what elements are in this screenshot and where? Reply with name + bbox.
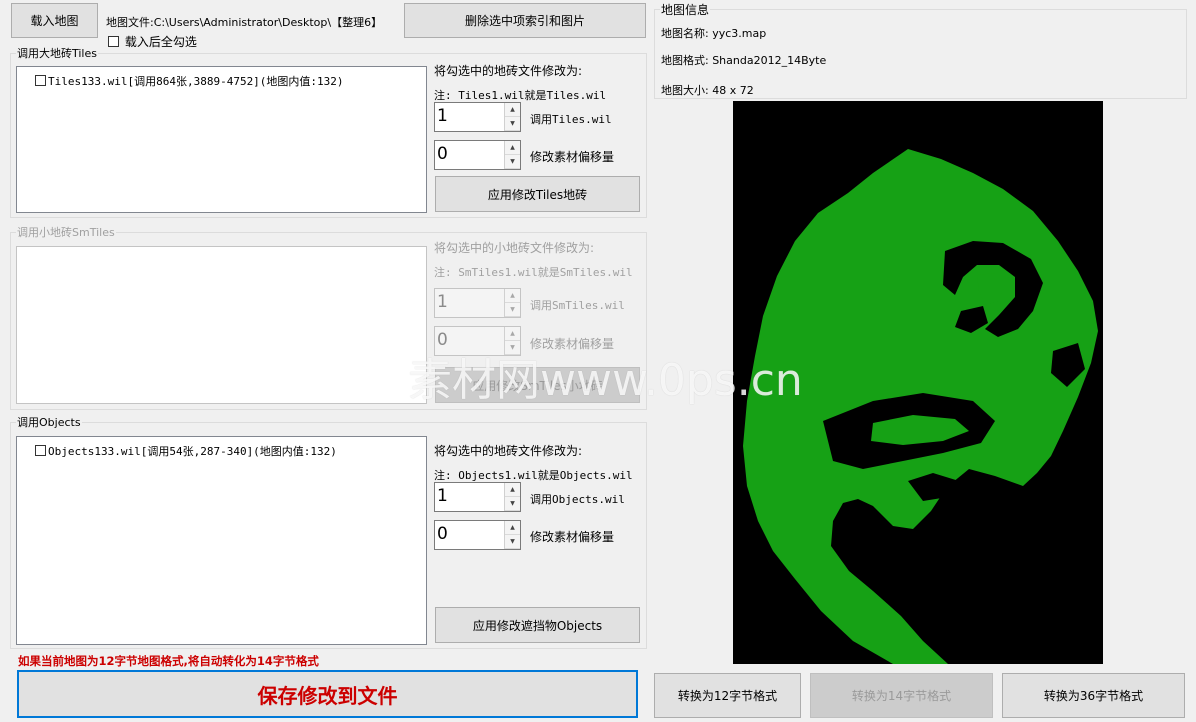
smtiles-file-index-stepper[interactable]: 1 ▲ ▼ (434, 288, 521, 318)
apply-smtiles-button[interactable]: 应用修改SmTiles小地砖 (435, 367, 640, 403)
spin-down-icon[interactable]: ▼ (505, 117, 520, 131)
spin-up-icon[interactable]: ▲ (505, 141, 520, 155)
smtiles-offset-value[interactable]: 0 (437, 330, 448, 350)
list-item[interactable]: Objects133.wil[调用54张,287-340](地图内值:132) (35, 443, 337, 459)
map-preview-image (733, 101, 1103, 664)
smtiles-listbox[interactable] (16, 246, 427, 404)
convert-12byte-button[interactable]: 转换为12字节格式 (654, 673, 801, 718)
list-item[interactable]: Tiles133.wil[调用864张,3889-4752](地图内值:132) (35, 73, 344, 89)
objects-file-index-stepper[interactable]: 1 ▲ ▼ (434, 482, 521, 512)
load-map-button[interactable]: 载入地图 (11, 3, 98, 38)
spin-up-icon[interactable]: ▲ (505, 327, 520, 341)
check-all-label: 载入后全勾选 (124, 35, 197, 49)
objects-file-index-value[interactable]: 1 (437, 486, 448, 506)
tiles-offset-stepper[interactable]: 0 ▲ ▼ (434, 140, 521, 170)
delete-selected-button[interactable]: 删除选中项索引和图片 (404, 3, 646, 38)
tiles-file-label: 调用Tiles.wil (530, 113, 612, 126)
objects-note: 注: Objects1.wil就是Objects.wil (434, 469, 633, 482)
check-all-checkbox[interactable] (108, 36, 119, 47)
spin-down-icon[interactable]: ▼ (505, 303, 520, 317)
map-info-title: 地图信息 (660, 1, 711, 18)
convert-14byte-button[interactable]: 转换为14字节格式 (810, 673, 993, 718)
objects-group-title: 调用Objects (16, 414, 82, 430)
check-all-after-load[interactable]: 载入后全勾选 (108, 33, 197, 50)
smtiles-file-label: 调用SmTiles.wil (530, 299, 625, 312)
spin-up-icon[interactable]: ▲ (505, 103, 520, 117)
spin-up-icon[interactable]: ▲ (505, 289, 520, 303)
tiles-item-label: Tiles133.wil[调用864张,3889-4752](地图内值:132) (48, 75, 344, 88)
map-size: 地图大小: 48 x 72 (661, 84, 754, 97)
map-preview[interactable] (733, 101, 1103, 664)
smtiles-file-index-value[interactable]: 1 (437, 292, 448, 312)
spin-up-icon[interactable]: ▲ (505, 483, 520, 497)
format-warning: 如果当前地图为12字节地图格式,将自动转化为14字节格式 (18, 654, 319, 668)
smtiles-note: 注: SmTiles1.wil就是SmTiles.wil (434, 266, 633, 279)
spin-down-icon[interactable]: ▼ (505, 341, 520, 355)
map-name: 地图名称: yyc3.map (661, 27, 767, 40)
tiles-file-index-value[interactable]: 1 (437, 106, 448, 126)
tiles-note: 注: Tiles1.wil就是Tiles.wil (434, 89, 607, 102)
tiles-listbox[interactable]: Tiles133.wil[调用864张,3889-4752](地图内值:132) (16, 66, 427, 213)
convert-36byte-button[interactable]: 转换为36字节格式 (1002, 673, 1185, 718)
smtiles-offset-label: 修改素材偏移量 (530, 337, 615, 351)
objects-offset-value[interactable]: 0 (437, 524, 448, 544)
smtiles-group-title: 调用小地砖SmTiles (16, 224, 116, 240)
spin-down-icon[interactable]: ▼ (505, 535, 520, 549)
apply-objects-button[interactable]: 应用修改遮挡物Objects (435, 607, 640, 643)
tiles-item-checkbox[interactable] (35, 75, 46, 86)
smtiles-offset-stepper[interactable]: 0 ▲ ▼ (434, 326, 521, 356)
objects-change-to-label: 将勾选中的地砖文件修改为: (434, 444, 583, 458)
spin-down-icon[interactable]: ▼ (505, 155, 520, 169)
apply-tiles-button[interactable]: 应用修改Tiles地砖 (435, 176, 640, 212)
objects-item-checkbox[interactable] (35, 445, 46, 456)
objects-offset-stepper[interactable]: 0 ▲ ▼ (434, 520, 521, 550)
objects-file-label: 调用Objects.wil (530, 493, 625, 506)
spin-up-icon[interactable]: ▲ (505, 521, 520, 535)
map-format: 地图格式: Shanda2012_14Byte (661, 54, 827, 67)
objects-offset-label: 修改素材偏移量 (530, 530, 615, 544)
tiles-offset-label: 修改素材偏移量 (530, 150, 615, 164)
smtiles-change-to-label: 将勾选中的小地砖文件修改为: (434, 241, 595, 255)
map-file-path: 地图文件:C:\Users\Administrator\Desktop\【整理6… (106, 16, 383, 29)
tiles-change-to-label: 将勾选中的地砖文件修改为: (434, 64, 583, 78)
save-to-file-button[interactable]: 保存修改到文件 (17, 670, 638, 718)
tiles-offset-value[interactable]: 0 (437, 144, 448, 164)
tiles-file-index-stepper[interactable]: 1 ▲ ▼ (434, 102, 521, 132)
objects-item-label: Objects133.wil[调用54张,287-340](地图内值:132) (48, 445, 337, 458)
tiles-group-title: 调用大地砖Tiles (16, 45, 98, 61)
spin-down-icon[interactable]: ▼ (505, 497, 520, 511)
objects-listbox[interactable]: Objects133.wil[调用54张,287-340](地图内值:132) (16, 436, 427, 645)
